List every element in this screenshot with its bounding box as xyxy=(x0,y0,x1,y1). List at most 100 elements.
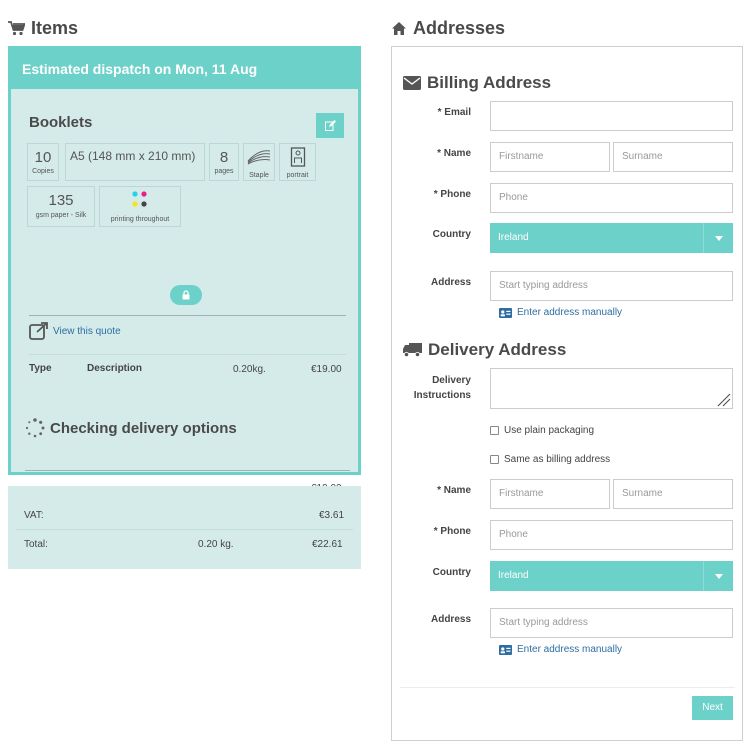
printing-label: printing throughout xyxy=(110,216,170,223)
next-button[interactable]: Next xyxy=(692,696,733,720)
staple-icon xyxy=(247,150,271,165)
item-weight: 0.20kg. xyxy=(233,364,266,375)
cart-icon xyxy=(8,21,25,36)
delivery-title: Delivery Address xyxy=(428,340,567,359)
gsm-value: 135 xyxy=(48,192,74,209)
plain-packaging-label: Use plain packaging xyxy=(504,425,595,436)
checking-label: Checking delivery options xyxy=(50,419,237,437)
billing-manual-link[interactable]: Enter address manually xyxy=(499,307,622,318)
items-heading: Items xyxy=(8,18,78,39)
delivery-firstname-input[interactable]: Firstname xyxy=(490,479,610,509)
spec-binding: Staple xyxy=(243,143,275,181)
billing-email-input[interactable] xyxy=(490,101,733,131)
delivery-country-label: Country xyxy=(432,567,471,578)
portrait-icon xyxy=(290,147,305,167)
delivery-surname-input[interactable]: Surname xyxy=(613,479,733,509)
billing-country-select[interactable]: Ireland xyxy=(490,223,733,253)
delivery-instructions-textarea[interactable] xyxy=(490,368,733,409)
vat-value: €3.61 xyxy=(319,510,345,521)
delivery-country-select[interactable]: Ireland xyxy=(490,561,733,591)
email-label: * Email xyxy=(437,107,471,118)
truck-icon xyxy=(403,343,422,357)
billing-address-label: Address xyxy=(430,277,471,288)
home-icon xyxy=(392,22,406,35)
spec-size: A5 (148 mm x 210 mm) xyxy=(65,143,205,181)
billing-address-input[interactable]: Start typing address xyxy=(490,271,733,301)
checkbox-box[interactable] xyxy=(490,426,499,435)
binding-label: Staple xyxy=(249,172,269,179)
totals-card: VAT: €3.61 Total: 0.20 kg. €22.61 xyxy=(8,486,361,569)
delivery-phone-input[interactable]: Phone xyxy=(490,520,733,550)
billing-name-label: * Name xyxy=(437,148,471,159)
total-label: Total: xyxy=(24,539,48,550)
vat-label: VAT: xyxy=(24,510,44,521)
pages-label: pages xyxy=(214,168,234,175)
envelope-icon xyxy=(403,76,421,90)
id-card-icon xyxy=(499,644,512,655)
billing-surname-input[interactable]: Surname xyxy=(613,142,733,172)
orientation-label: portrait xyxy=(286,172,309,179)
lock-button[interactable] xyxy=(170,285,202,305)
same-as-billing-label: Same as billing address xyxy=(504,454,611,465)
billing-phone-label: * Phone xyxy=(433,189,471,200)
caret-down-icon xyxy=(703,561,733,591)
product-box: Booklets 10 Copies A5 (148 mm x 210 mm) … xyxy=(25,93,350,494)
col-type: Type xyxy=(29,363,52,374)
items-title: Items xyxy=(31,18,79,38)
delivery-phone-label: * Phone xyxy=(433,526,471,537)
col-description: Description xyxy=(87,363,143,374)
addresses-panel: Billing Address * Email * Name Firstname… xyxy=(391,46,743,741)
copies-label: Copies xyxy=(32,168,54,175)
delivery-manual-link[interactable]: Enter address manually xyxy=(499,644,622,655)
spec-printing: printing throughout xyxy=(99,186,181,227)
delivery-heading: Delivery Address xyxy=(403,340,566,360)
divider xyxy=(16,529,353,530)
size-value: A5 (148 mm x 210 mm) xyxy=(70,149,196,163)
item-price: €19.00 xyxy=(311,364,342,375)
cmyk-icon xyxy=(132,191,147,207)
spec-orientation: portrait xyxy=(279,143,316,181)
divider xyxy=(400,687,735,688)
view-quote-link[interactable]: View this quote xyxy=(29,322,121,340)
delivery-instructions-label-line1: Delivery xyxy=(432,375,471,386)
total-weight: 0.20 kg. xyxy=(198,539,234,550)
resize-handle-icon xyxy=(717,393,731,407)
billing-firstname-input[interactable]: Firstname xyxy=(490,142,610,172)
plain-packaging-checkbox[interactable]: Use plain packaging xyxy=(490,425,594,436)
delivery-instructions-label: Delivery Instructions xyxy=(392,373,471,403)
billing-title: Billing Address xyxy=(427,73,552,92)
checkbox-box[interactable] xyxy=(490,455,499,464)
spec-pages: 8 pages xyxy=(209,143,239,181)
billing-manual-label: Enter address manually xyxy=(517,307,623,318)
dispatch-banner: Estimated dispatch on Mon, 11 Aug xyxy=(11,49,358,89)
total-value: €22.61 xyxy=(312,539,343,550)
billing-phone-input[interactable]: Phone xyxy=(490,183,733,213)
delivery-instructions-label-line2: Instructions xyxy=(413,390,471,401)
copies-value: 10 xyxy=(34,149,52,166)
id-card-icon xyxy=(499,307,512,318)
product-name: Booklets xyxy=(29,114,93,131)
items-card: Estimated dispatch on Mon, 11 Aug Bookle… xyxy=(8,46,361,494)
delivery-address-input[interactable]: Start typing address xyxy=(490,608,733,638)
divider xyxy=(29,354,346,355)
lock-icon xyxy=(182,290,190,300)
edit-button[interactable] xyxy=(316,113,344,138)
external-link-icon xyxy=(29,322,48,340)
billing-country-value: Ireland xyxy=(498,232,529,243)
pages-value: 8 xyxy=(219,149,229,166)
divider xyxy=(29,315,346,316)
spinner-icon xyxy=(25,418,45,438)
spec-copies: 10 Copies xyxy=(27,143,59,181)
delivery-manual-label: Enter address manually xyxy=(517,644,623,655)
delivery-country-value: Ireland xyxy=(498,570,529,581)
checking-delivery: Checking delivery options xyxy=(25,418,237,438)
gsm-label: gsm paper - Silk xyxy=(35,212,87,219)
caret-down-icon xyxy=(703,223,733,253)
addresses-heading: Addresses xyxy=(391,18,505,39)
delivery-address-label: Address xyxy=(430,614,471,625)
edit-icon xyxy=(324,120,336,131)
same-as-billing-checkbox[interactable]: Same as billing address xyxy=(490,454,610,465)
billing-heading: Billing Address xyxy=(403,73,551,93)
view-quote-label: View this quote xyxy=(53,325,121,337)
billing-country-label: Country xyxy=(432,229,471,240)
